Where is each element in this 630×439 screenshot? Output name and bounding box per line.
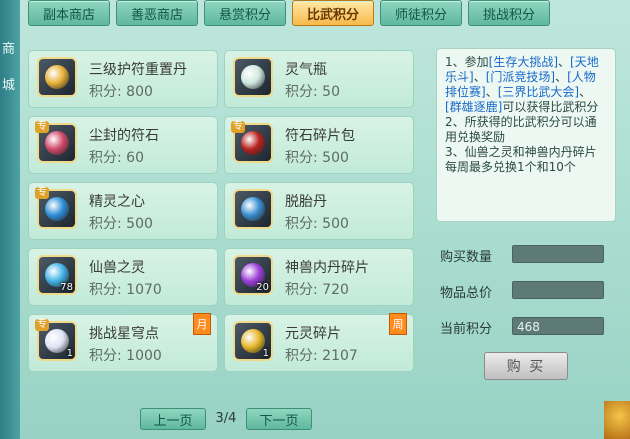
blue-pill-icon: [233, 189, 273, 229]
item-price: 积分: 800: [89, 84, 153, 100]
item-price: 积分: 500: [89, 216, 153, 232]
item-price: 积分: 500: [285, 150, 349, 166]
tab-mentor-points[interactable]: 师徒积分: [380, 0, 462, 26]
rule-line-2: 2、所获得的比武积分可以通用兑换奖励: [445, 115, 597, 144]
side-char-2: 城: [2, 78, 16, 93]
pagination: 上一页 3/4 下一页: [140, 408, 312, 430]
item-card[interactable]: 三级护符重置丹 积分: 800: [28, 50, 218, 108]
item-name: 灵气瓶: [285, 62, 327, 78]
limit-tag: 月: [193, 313, 211, 335]
item-price: 积分: 50: [285, 84, 340, 100]
item-name: 脱胎丹: [285, 194, 327, 210]
item-card[interactable]: 专 精灵之心 积分: 500: [28, 182, 218, 240]
item-price: 积分: 2107: [285, 348, 358, 364]
tab-dungeon-shop[interactable]: 副本商店: [28, 0, 110, 26]
tab-karma-shop[interactable]: 善恶商店: [116, 0, 198, 26]
left-side-strip: 商 城: [0, 0, 20, 439]
total-price-label: 物品总价: [440, 286, 493, 301]
exclusive-badge: 专: [35, 187, 49, 199]
rule-link-survival[interactable]: [生存大挑战]: [489, 55, 558, 69]
spirit-bottle-icon: [233, 57, 273, 97]
buy-button[interactable]: 购 买: [484, 352, 568, 380]
item-price: 积分: 500: [285, 216, 349, 232]
current-points-label: 当前积分: [440, 322, 493, 337]
rule-line-3: 3、仙兽之灵和神兽内丹碎片每周最多兑换1个和10个: [445, 145, 597, 174]
next-page-button[interactable]: 下一页: [246, 408, 312, 430]
exclusive-badge: 专: [35, 121, 49, 133]
side-char-1: 商: [2, 42, 16, 57]
item-name: 神兽内丹碎片: [285, 260, 369, 276]
exclusive-badge: 专: [35, 319, 49, 331]
current-points-field: 468: [512, 317, 604, 335]
item-count: 1: [66, 348, 73, 359]
item-price: 积分: 1070: [89, 282, 162, 298]
corner-ornament-icon: [604, 401, 630, 439]
rule-link-sect-arena[interactable]: [门派竞技场]: [486, 70, 555, 84]
item-card[interactable]: 78 仙兽之灵 积分: 1070: [28, 248, 218, 306]
prev-page-button[interactable]: 上一页: [140, 408, 206, 430]
item-card[interactable]: 灵气瓶 积分: 50: [224, 50, 414, 108]
item-name: 三级护符重置丹: [89, 62, 187, 78]
tab-bounty-points[interactable]: 悬赏积分: [204, 0, 286, 26]
item-price: 积分: 60: [89, 150, 144, 166]
item-card[interactable]: 专 符石碎片包 积分: 500: [224, 116, 414, 174]
rules-panel: 1、参加[生存大挑战]、[天地乐斗]、[门派竞技场]、[人物排位赛]、[三界比武…: [436, 48, 616, 222]
buy-quantity-label: 购买数量: [440, 250, 493, 265]
item-name: 元灵碎片: [285, 326, 341, 342]
item-name: 尘封的符石: [89, 128, 159, 144]
tab-bar: 副本商店 善恶商店 悬赏积分 比武积分 师徒积分 挑战积分: [28, 0, 550, 26]
item-price: 积分: 1000: [89, 348, 162, 364]
gold-shard-icon: 1: [233, 321, 273, 361]
item-count: 20: [256, 282, 269, 293]
item-card[interactable]: 专 1 挑战星穹点 积分: 1000 月: [28, 313, 218, 372]
rules-text: 1、参加[生存大挑战]、[天地乐斗]、[门派竞技场]、[人物排位赛]、[三界比武…: [445, 55, 599, 174]
item-name: 精灵之心: [89, 194, 145, 210]
item-name: 符石碎片包: [285, 128, 355, 144]
item-card[interactable]: 脱胎丹 积分: 500: [224, 182, 414, 240]
tab-challenge-points[interactable]: 挑战积分: [468, 0, 550, 26]
buy-quantity-field[interactable]: [512, 245, 604, 263]
item-price: 积分: 720: [285, 282, 349, 298]
beast-soul-icon: 78: [37, 255, 77, 295]
exclusive-badge: 专: [231, 121, 245, 133]
rule-link-heroes[interactable]: [群雄逐鹿]: [445, 100, 502, 114]
golden-flower-icon: [37, 57, 77, 97]
tab-arena-points[interactable]: 比武积分: [292, 0, 374, 26]
item-card[interactable]: 1 元灵碎片 积分: 2107 周: [224, 313, 414, 372]
limit-tag: 周: [389, 313, 407, 335]
item-count: 78: [60, 282, 73, 293]
item-name: 挑战星穹点: [89, 326, 159, 342]
item-name: 仙兽之灵: [89, 260, 145, 276]
purple-crystal-icon: 20: [233, 255, 273, 295]
item-grid: 三级护符重置丹 积分: 800 灵气瓶 积分: 50 专 尘封的符石 积分: 60…: [28, 50, 416, 376]
rule-link-three-realms[interactable]: [三界比武大会]: [498, 85, 579, 99]
item-card[interactable]: 专 尘封的符石 积分: 60: [28, 116, 218, 174]
item-count: 1: [262, 348, 269, 359]
page-indicator: 3/4: [215, 411, 237, 426]
total-price-field: [512, 281, 604, 299]
item-card[interactable]: 20 神兽内丹碎片 积分: 720: [224, 248, 414, 306]
